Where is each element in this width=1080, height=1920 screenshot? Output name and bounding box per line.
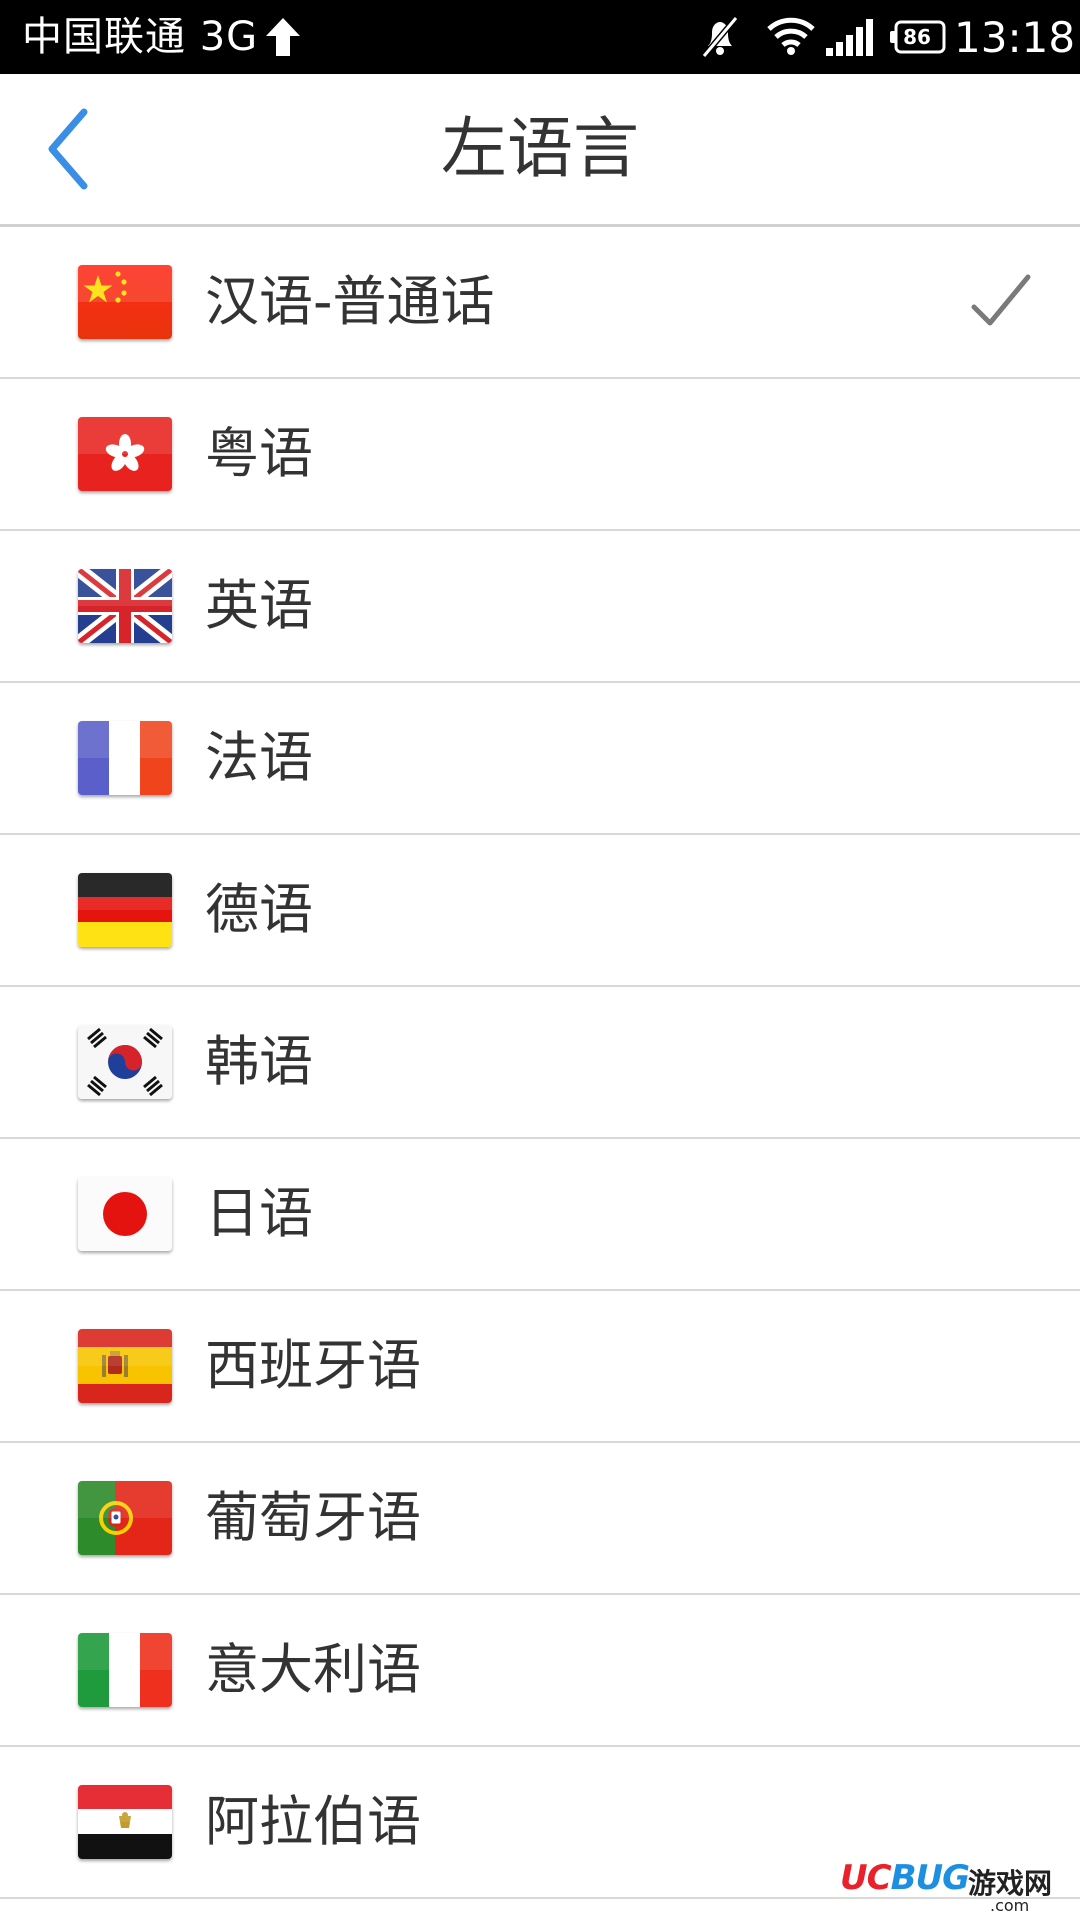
list-item-label: 阿拉伯语 [205,1790,421,1853]
header: 左语言 [0,74,1080,227]
battery-icon: 86 [890,20,946,54]
carrier-label: 中国联通 3G [22,14,259,60]
chevron-left-icon [48,108,88,190]
status-bar: 中国联通 3G 86 13:18 [0,0,1080,74]
list-item-label: 德语 [205,878,313,941]
mute-icon [701,16,739,58]
language-list: 汉语-普通话 粤语 英语 法语 德语 韩语 日语 西班牙语 葡萄牙语 意大利语 … [0,227,1080,1899]
list-item-korean[interactable]: 韩语 [0,987,1080,1139]
page-title: 左语言 [441,110,639,187]
list-item-mandarin[interactable]: 汉语-普通话 [0,227,1080,379]
list-item-english[interactable]: 英语 [0,531,1080,683]
list-item-label: 汉语-普通话 [205,270,495,333]
hong-kong-flag-icon [78,417,172,491]
korea-flag-icon [78,1025,172,1099]
list-item-label: 葡萄牙语 [205,1486,421,1549]
list-item-label: 法语 [205,726,313,789]
list-item-label: 西班牙语 [205,1334,421,1397]
list-item-french[interactable]: 法语 [0,683,1080,835]
italy-flag-icon [78,1633,172,1707]
wifi-icon [767,17,815,55]
spain-flag-icon [78,1329,172,1403]
watermark-domain: .com [990,1896,1030,1915]
watermark-brand-uc: UC [840,1858,892,1898]
clock: 13:18 [954,13,1076,62]
watermark-brand-bug: BUG [890,1858,970,1898]
check-icon [971,274,1031,326]
list-item-label: 韩语 [205,1030,313,1093]
list-item-label: 粤语 [205,422,313,485]
germany-flag-icon [78,873,172,947]
watermark-logo: UCBUG 游戏网 .com [840,1856,1070,1916]
list-item-portuguese[interactable]: 葡萄牙语 [0,1443,1080,1595]
china-flag-icon [78,265,172,339]
list-item-japanese[interactable]: 日语 [0,1139,1080,1291]
signal-icon [826,19,873,56]
list-item-german[interactable]: 德语 [0,835,1080,987]
back-button[interactable] [44,104,124,194]
uk-flag-icon [78,569,172,643]
battery-level: 86 [903,25,931,49]
list-item-italian[interactable]: 意大利语 [0,1595,1080,1747]
watermark-brand: UCBUG [840,1858,970,1898]
list-item-cantonese[interactable]: 粤语 [0,379,1080,531]
list-item-spanish[interactable]: 西班牙语 [0,1291,1080,1443]
egypt-flag-icon [78,1785,172,1859]
france-flag-icon [78,721,172,795]
list-item-label: 日语 [205,1182,313,1245]
japan-flag-icon [78,1177,172,1251]
upload-arrow-icon [266,18,300,56]
portugal-flag-icon [78,1481,172,1555]
list-item-label: 英语 [205,574,313,637]
list-item-label: 意大利语 [205,1638,421,1701]
